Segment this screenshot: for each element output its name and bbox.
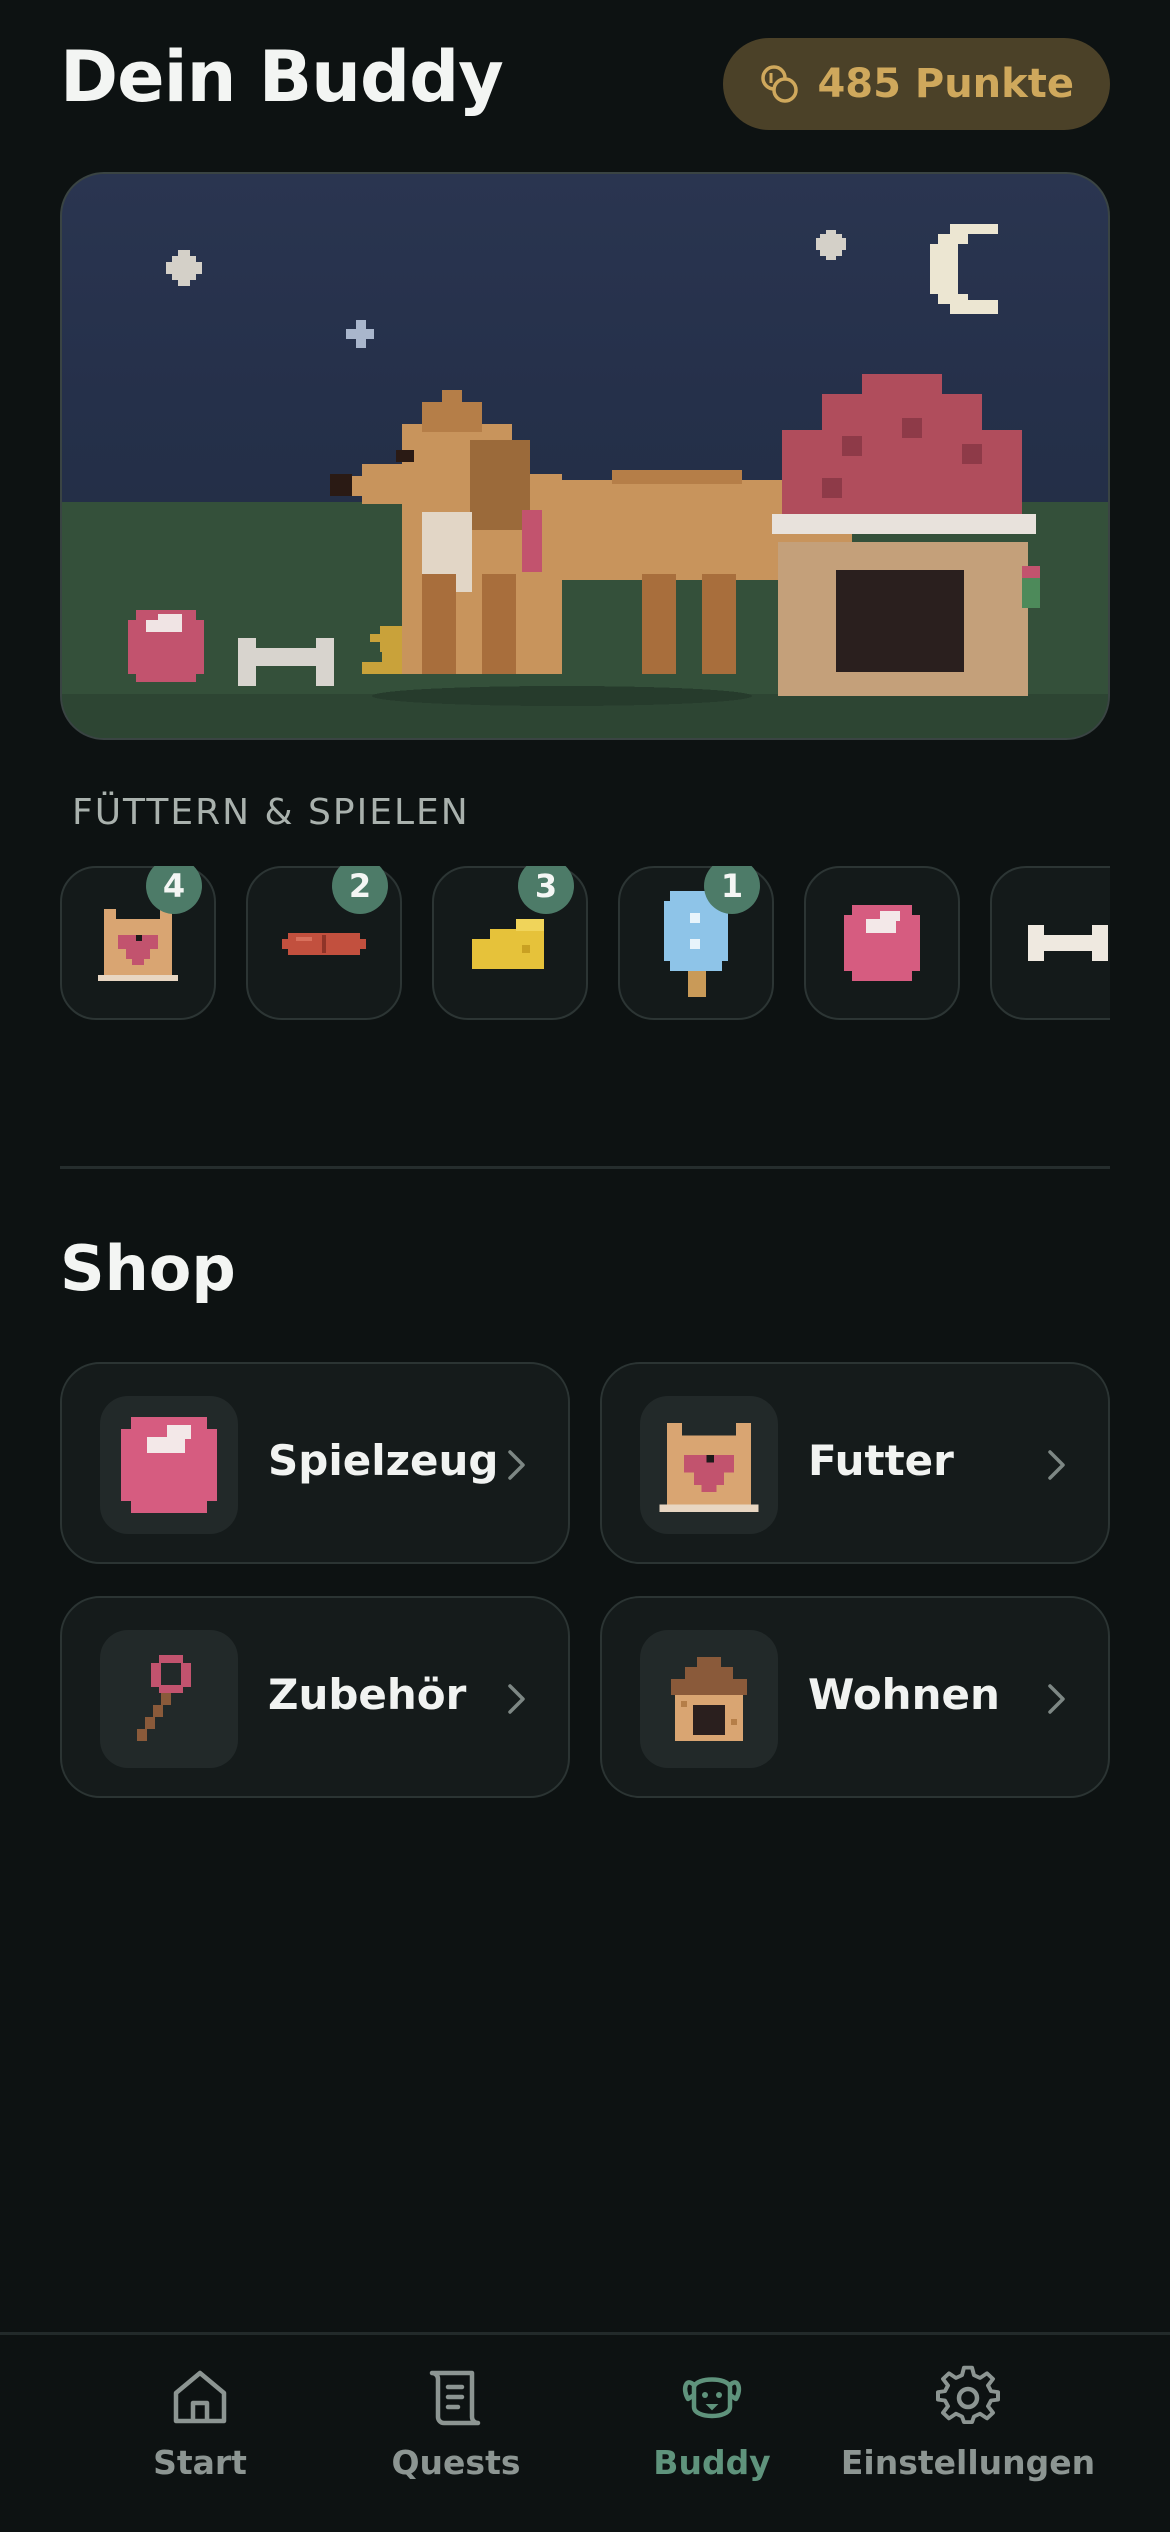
item-count-badge: 2 <box>332 866 388 914</box>
scroll-icon <box>429 2370 481 2426</box>
leash-icon <box>137 1655 191 1741</box>
shop-card-zubehoer[interactable]: Zubehör <box>60 1596 570 1798</box>
shop-card-label: Zubehör <box>268 1670 467 1719</box>
nav-label: Start <box>153 2443 247 2482</box>
star-icon <box>816 230 846 260</box>
item-ice-pop[interactable]: 1 <box>618 866 774 1020</box>
bottom-nav: Start Quests Buddy Einstellungen <box>0 2332 1170 2532</box>
section-label-play: FÜTTERN & SPIELEN <box>72 792 470 833</box>
food-bag-icon <box>659 1422 759 1513</box>
nav-item-quests[interactable]: Quests <box>326 2365 586 2505</box>
cheese-icon <box>472 919 544 969</box>
item-sausage[interactable]: 2 <box>246 866 402 1020</box>
item-bone[interactable] <box>990 866 1110 1020</box>
ball-icon <box>844 905 920 981</box>
moon-icon <box>930 224 998 314</box>
bone-icon <box>1028 925 1108 961</box>
chevron-right-icon <box>508 1450 525 1480</box>
shop-card-spielzeug[interactable]: Spielzeug <box>60 1362 570 1564</box>
sausage-icon <box>282 933 366 955</box>
points-badge[interactable]: 485 Punkte <box>723 38 1110 130</box>
gear-icon <box>936 2365 1000 2425</box>
shop-card-label: Futter <box>808 1436 954 1485</box>
item-count-badge: 3 <box>518 866 574 914</box>
item-food-bag[interactable]: 4 <box>60 866 216 1020</box>
item-count-badge: 1 <box>704 866 760 914</box>
chevron-right-icon <box>1048 1684 1065 1714</box>
header: Dein Buddy 485 Punkte <box>60 30 1110 140</box>
shop-card-futter[interactable]: Futter <box>600 1362 1110 1564</box>
shop-card-label: Spielzeug <box>268 1436 499 1485</box>
buddy-scene[interactable] <box>60 172 1110 740</box>
item-cheese[interactable]: 3 <box>432 866 588 1020</box>
nav-label: Einstellungen <box>840 2443 1096 2482</box>
coins-icon <box>761 65 799 103</box>
shop-title: Shop <box>60 1232 236 1305</box>
nav-item-start[interactable]: Start <box>70 2365 330 2505</box>
ball-toy[interactable] <box>128 610 204 682</box>
page-title: Dein Buddy <box>60 36 504 118</box>
nav-label: Buddy <box>653 2443 771 2482</box>
dog-face-icon <box>682 2377 742 2419</box>
star-icon <box>346 320 374 348</box>
nav-item-einstellungen[interactable]: Einstellungen <box>838 2365 1098 2505</box>
chevron-right-icon <box>508 1684 525 1714</box>
nav-item-buddy[interactable]: Buddy <box>582 2365 842 2505</box>
shop-card-wohnen[interactable]: Wohnen <box>600 1596 1110 1798</box>
items-row[interactable]: 4 2 3 1 <box>60 866 1110 1026</box>
nav-label: Quests <box>391 2443 521 2482</box>
ball-icon <box>121 1417 217 1513</box>
item-ball[interactable] <box>804 866 960 1020</box>
chevron-right-icon <box>1048 1450 1065 1480</box>
dog-house-icon <box>671 1657 747 1741</box>
star-icon <box>166 250 202 286</box>
divider <box>60 1166 1110 1169</box>
item-count-badge: 4 <box>146 866 202 914</box>
food-bag-icon <box>98 909 178 981</box>
home-icon <box>173 2370 227 2424</box>
shop-card-label: Wohnen <box>808 1670 1000 1719</box>
points-label: 485 Punkte <box>817 61 1074 107</box>
